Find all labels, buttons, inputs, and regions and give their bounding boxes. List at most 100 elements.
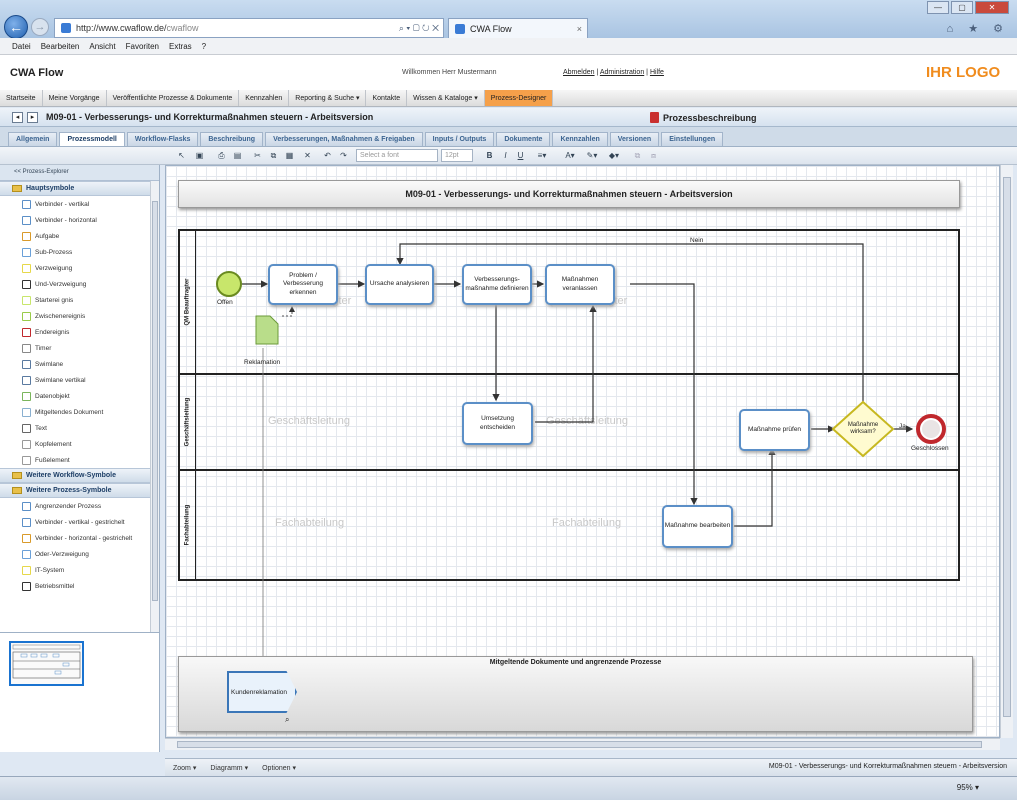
pdf-export-icon[interactable]: ▤ [232,150,243,161]
bold-button[interactable]: B [484,150,495,161]
symbol-item[interactable]: Starterei gnis [0,292,151,308]
symbol-item[interactable]: Swimlane vertikal [0,372,151,388]
browser-tab[interactable]: CWA Flow × [448,18,588,38]
group-icon[interactable]: ⧉ [632,150,643,161]
nav-veroeffentlichte-prozesse[interactable]: Veröffentlichte Prozesse & Dokumente [107,90,240,106]
symbol-item[interactable]: Sub-Prozess [0,244,151,260]
symbol-item[interactable]: Verbinder - vertikal [0,196,151,212]
canvas-horizontal-scrollbar[interactable] [165,738,1000,750]
task-umsetzung-entscheiden[interactable]: Umsetzung entscheiden [462,402,533,445]
task-problem-erkennen[interactable]: Problem / Verbesserung erkennen [268,264,338,305]
minimize-button[interactable]: — [927,1,949,14]
canvas-vertical-scrollbar[interactable] [1000,165,1013,738]
explorer-scrollbar[interactable] [150,181,159,632]
underline-button[interactable]: U [515,150,526,161]
font-select[interactable]: Select a font [356,149,438,162]
symbol-item[interactable]: Verbinder - vertikal - gestrichelt [0,514,151,530]
tab-einstellungen[interactable]: Einstellungen [661,132,724,146]
group-weitere-workflow-symbole[interactable]: Weitere Workflow-Symbole [0,468,151,483]
close-window-button[interactable]: ✕ [975,1,1009,14]
documents-section[interactable]: Mitgeltende Dokumente und angrenzende Pr… [178,656,973,732]
address-bar[interactable]: http://www.cwaflow.de/cwaflow ⌕ ▾ ▢ ↻ ✕ [54,18,444,38]
back-button[interactable]: ← [4,15,28,39]
magnifier-icon[interactable]: ⌕ [285,715,289,725]
symbol-item[interactable]: Und-Verzweigung [0,276,151,292]
diagram-canvas[interactable]: M09-01 - Verbesserungs- und Korrekturmaß… [165,165,1000,738]
save-icon[interactable]: ▣ [194,150,205,161]
task-massnahme-bearbeiten[interactable]: Maßnahme bearbeiten [662,505,733,548]
delete-icon[interactable]: ✕ [302,150,313,161]
paste-icon[interactable]: ▦ [284,150,295,161]
overview-viewport[interactable] [9,641,84,686]
next-document-button[interactable]: ▸ [27,112,38,123]
menu-extras[interactable]: Extras [169,42,192,51]
tab-dokumente[interactable]: Dokumente [496,132,551,146]
menu-datei[interactable]: Datei [12,42,31,51]
font-color-icon[interactable]: A▾ [562,150,578,161]
symbol-item[interactable]: Kopfelement [0,436,151,452]
group-weitere-prozess-symbole[interactable]: Weitere Prozess-Symbole [0,483,151,498]
font-size-select[interactable]: 12pt [441,149,473,162]
tab-close-icon[interactable]: × [577,24,582,34]
symbol-item[interactable]: Angrenzender Prozess [0,498,151,514]
symbol-item[interactable]: Timer [0,340,151,356]
menu-ansicht[interactable]: Ansicht [89,42,115,51]
tab-verbesserungen[interactable]: Verbesserungen, Maßnahmen & Freigaben [265,132,423,146]
explorer-header[interactable]: << Prozess-Explorer [0,165,159,181]
diagramm-menu[interactable]: Diagramm ▾ [210,764,248,772]
start-event-shape[interactable] [216,271,242,297]
fill-icon[interactable]: ◆▾ [606,150,622,161]
print-icon[interactable]: ⎙ [216,150,227,161]
browser-zoom[interactable]: 95% ▾ [957,783,979,792]
symbol-item[interactable]: Text [0,420,151,436]
prozessbeschreibung-link[interactable]: Prozessbeschreibung [650,112,757,123]
nav-reporting[interactable]: Reporting & Suche ▾ [289,90,367,106]
scroll-thumb[interactable] [177,741,982,748]
maximize-button[interactable]: ▢ [951,1,973,14]
redo-icon[interactable]: ↷ [338,150,349,161]
cut-icon[interactable]: ✂ [252,150,263,161]
symbol-item[interactable]: Aufgabe [0,228,151,244]
symbol-item[interactable]: IT-System [0,562,151,578]
task-massnahme-definieren[interactable]: Verbesserungs-maßnahme definieren [462,264,532,305]
nav-kennzahlen[interactable]: Kennzahlen [239,90,290,106]
scroll-thumb[interactable] [1003,177,1011,717]
zoom-menu[interactable]: Zoom ▾ [173,764,196,772]
nav-kontakte[interactable]: Kontakte [366,90,408,106]
copy-icon[interactable]: ⧉ [268,150,279,161]
symbol-item[interactable]: Fußelement [0,452,151,468]
menu-bearbeiten[interactable]: Bearbeiten [41,42,80,51]
symbol-item[interactable]: Zwischenereignis [0,308,151,324]
symbol-item[interactable]: Betriebsmittel [0,578,151,594]
pointer-icon[interactable]: ↖ [176,150,187,161]
nav-startseite[interactable]: Startseite [0,90,43,106]
group-hauptsymbole[interactable]: Hauptsymbole [0,181,151,196]
optionen-menu[interactable]: Optionen ▾ [262,764,296,772]
task-ursache-analysieren[interactable]: Ursache analysieren [365,264,434,305]
adjacent-process-shape[interactable]: Kundenreklamation [227,671,297,713]
logout-link[interactable]: Abmelden [563,69,595,76]
symbol-item[interactable]: Swimlane [0,356,151,372]
menu-help[interactable]: ? [202,42,206,51]
prev-document-button[interactable]: ◂ [12,112,23,123]
italic-button[interactable]: I [500,150,511,161]
tab-versionen[interactable]: Versionen [609,132,660,146]
nav-prozess-designer[interactable]: Prozess-Designer [484,90,554,106]
tab-beschreibung[interactable]: Beschreibung [200,132,264,146]
address-tools[interactable]: ⌕ ▾ ▢ ↻ ✕ [399,23,439,34]
align-icon[interactable]: ≡▾ [534,150,550,161]
tab-kennzahlen[interactable]: Kennzahlen [552,132,608,146]
data-object-shape[interactable] [255,315,279,345]
tab-prozessmodell[interactable]: Prozessmodell [59,132,125,146]
symbol-item[interactable]: Mitgeltendes Dokument [0,404,151,420]
task-massnahmen-veranlassen[interactable]: Maßnahmen veranlassen [545,264,615,305]
symbol-item[interactable]: Datenobjekt [0,388,151,404]
tab-inputs-outputs[interactable]: Inputs / Outputs [424,132,495,146]
highlight-icon[interactable]: ✎▾ [584,150,600,161]
tab-allgemein[interactable]: Allgemein [8,132,58,146]
tab-workflow-flasks[interactable]: Workflow-Flasks [126,132,199,146]
symbol-item[interactable]: Oder-Verzweigung [0,546,151,562]
symbol-item[interactable]: Verbinder - horizontal [0,212,151,228]
menu-favoriten[interactable]: Favoriten [126,42,159,51]
nav-wissen[interactable]: Wissen & Kataloge ▾ [407,90,485,106]
